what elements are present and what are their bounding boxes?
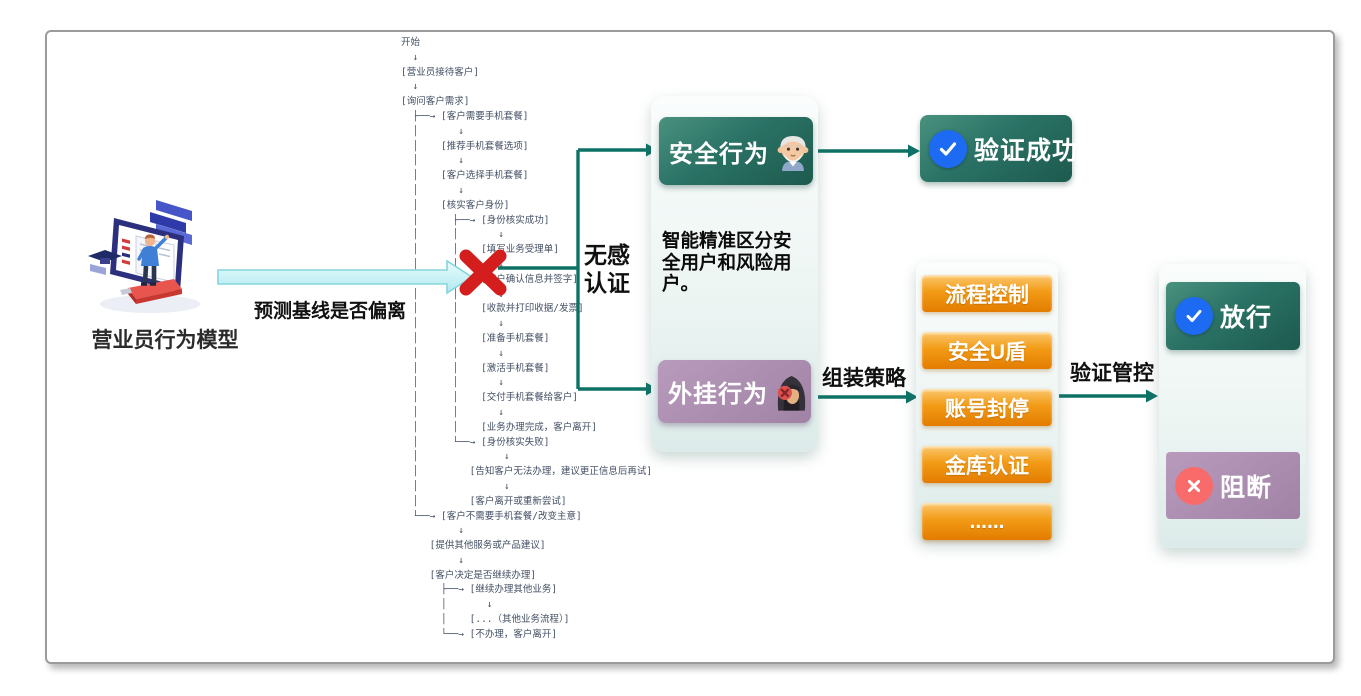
classification-description: 智能精准区分安全用户和风险用户。 [662, 230, 804, 295]
verify-success-box: 验证成功 [920, 115, 1072, 182]
strategy-account-ban: 账号封停 [922, 389, 1052, 426]
safe-behavior-box: 安全行为 [659, 117, 813, 185]
allow-label: 放行 [1220, 298, 1272, 334]
risk-behavior-box: 外挂行为 [658, 360, 811, 423]
behavior-flowchart-text: 开始 ↓ [营业员接待客户] ↓ [询问客户需求] ├──→ [客户需要手机套餐… [401, 36, 652, 643]
block-label: 阻断 [1220, 468, 1272, 504]
assemble-strategy-label: 组装策略 [810, 362, 918, 392]
strategy-panel: 流程控制 安全U盾 账号封停 金库认证 ...... [916, 262, 1058, 540]
check-icon [1175, 297, 1213, 335]
block-box: 阻断 [1166, 452, 1300, 519]
risk-behavior-label: 外挂行为 [668, 374, 768, 409]
behavior-model-illustration [88, 186, 212, 318]
predict-baseline-label: 预测基线是否偏离 [254, 300, 406, 324]
verify-success-label: 验证成功 [974, 131, 1078, 167]
strategy-more: ...... [922, 503, 1052, 540]
elder-user-icon [773, 129, 813, 173]
allow-box: 放行 [1166, 282, 1300, 350]
check-icon [929, 130, 967, 168]
hooded-hacker-icon [772, 370, 811, 414]
cross-icon [1175, 467, 1213, 505]
strategy-flow-control: 流程控制 [922, 275, 1052, 312]
seamless-auth-label: 无感认证 [584, 241, 638, 297]
diagram-canvas: 营业员行为模型 预测基线是否偏离 开始 ↓ [营业员接待客户] ↓ [询问客户需… [0, 0, 1361, 696]
model-label: 营业员行为模型 [40, 324, 290, 354]
safe-behavior-label: 安全行为 [669, 134, 769, 169]
strategy-u-shield: 安全U盾 [922, 332, 1052, 369]
strategy-vault-auth: 金库认证 [922, 446, 1052, 483]
verify-control-label: 验证管控 [1060, 357, 1164, 387]
